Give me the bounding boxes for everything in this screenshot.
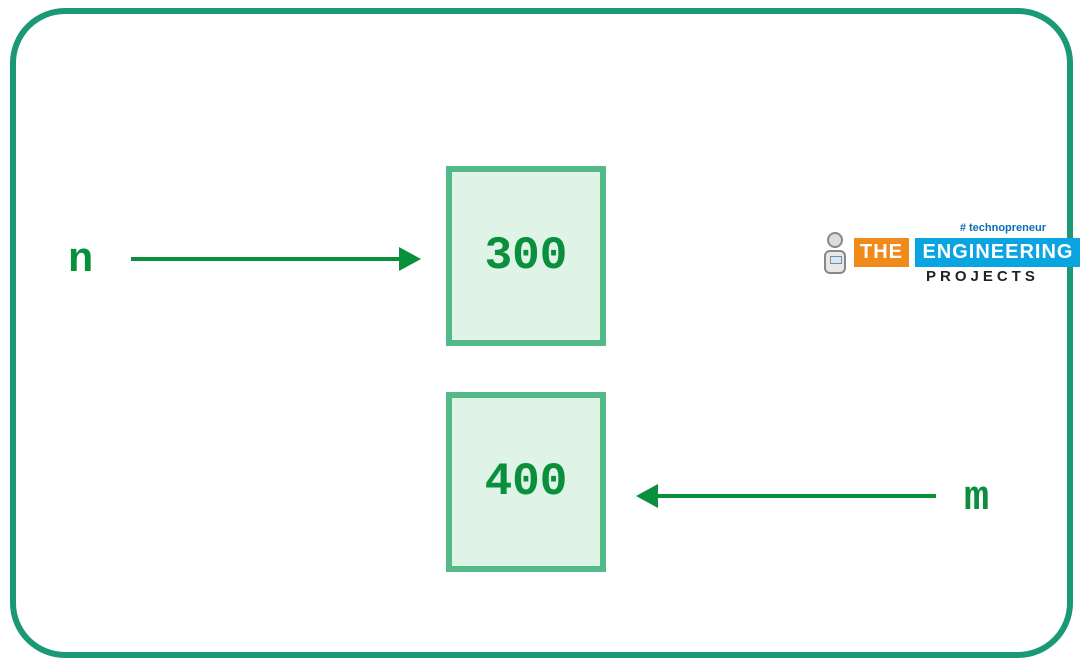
arrow-m-to-box: [656, 494, 936, 498]
variable-n-label: n: [68, 236, 93, 284]
logo-the: THE: [854, 238, 909, 267]
value-m: 400: [485, 456, 568, 508]
value-box-n: 300: [446, 166, 606, 346]
logo-projects: PROJECTS: [926, 268, 1039, 285]
logo-engineering: ENGINEERING: [915, 238, 1080, 267]
site-logo: # technopreneur THE ENGINEERING PROJECTS: [816, 224, 1046, 304]
arrow-n-to-box: [131, 257, 401, 261]
robot-icon: [818, 232, 852, 288]
logo-hashtag: # technopreneur: [960, 222, 1046, 234]
arrow-n-head-icon: [399, 247, 421, 271]
value-n: 300: [485, 230, 568, 282]
value-box-m: 400: [446, 392, 606, 572]
diagram-frame: n 300 400 m # technopreneur THE ENGINEER…: [10, 8, 1073, 658]
logo-row1: THE ENGINEERING: [854, 238, 1080, 267]
arrow-m-head-icon: [636, 484, 658, 508]
variable-m-label: m: [964, 474, 989, 522]
